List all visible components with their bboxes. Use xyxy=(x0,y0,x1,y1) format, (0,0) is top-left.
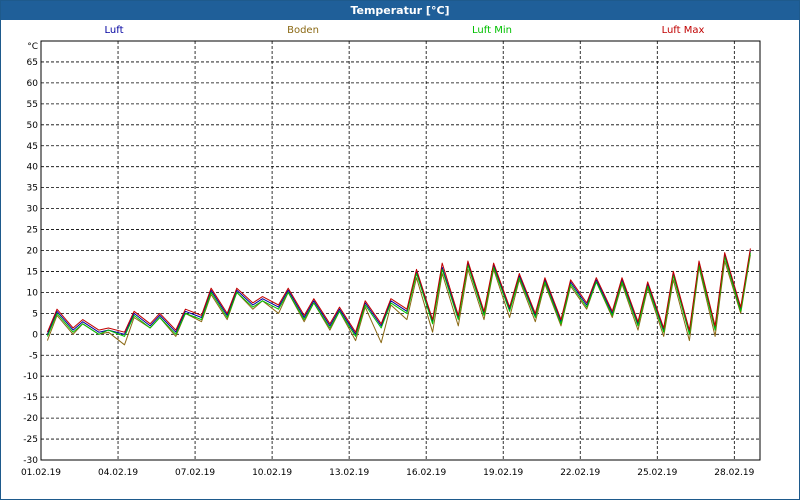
y-tick-label: -10 xyxy=(23,372,38,382)
x-tick-label: 07.02.19 xyxy=(175,468,215,478)
y-tick-label: 5 xyxy=(32,309,38,319)
series-line-luft-max xyxy=(46,248,751,333)
x-tick-label: 04.02.19 xyxy=(98,468,138,478)
y-tick-label: 65 xyxy=(27,58,38,68)
x-tick-label: 16.02.19 xyxy=(406,468,446,478)
y-axis-unit: °C xyxy=(27,42,38,52)
chart-window: Temperatur [°C] Luft Boden Luft Min Luft Ma… xyxy=(0,0,800,500)
y-tick-label: 10 xyxy=(27,288,39,298)
x-tick-label: 01.02.19 xyxy=(21,468,61,478)
y-tick-label: 50 xyxy=(27,121,39,131)
x-tick-label: 25.02.19 xyxy=(637,468,677,478)
y-tick-label: 45 xyxy=(27,142,38,152)
y-tick-label: 60 xyxy=(27,79,39,89)
y-tick-label: 25 xyxy=(27,226,38,236)
x-tick-label: 10.02.19 xyxy=(252,468,292,478)
y-tick-label: 40 xyxy=(27,163,39,173)
temperature-chart: -30 -25 -20 -15 -10 -5 0 5 10 15 20 25 30 35 40 45 50 55 6… xyxy=(21,40,761,478)
x-tick-label: 28.02.19 xyxy=(714,468,754,478)
y-tick-label: 15 xyxy=(27,267,38,277)
y-tick-label: -25 xyxy=(23,435,38,445)
y-tick-label: 35 xyxy=(27,184,38,194)
y-tick-label: 20 xyxy=(27,247,39,257)
y-tick-label: -15 xyxy=(23,393,38,403)
y-tick-label: -30 xyxy=(23,456,38,466)
y-tick-label: -20 xyxy=(23,414,38,424)
y-tick-label: 0 xyxy=(32,330,38,340)
x-tick-label: 22.02.19 xyxy=(560,468,600,478)
x-tick-label: 19.02.19 xyxy=(483,468,523,478)
y-tick-label: 55 xyxy=(27,100,38,110)
y-tick-label: -5 xyxy=(29,351,38,361)
x-tick-label: 13.02.19 xyxy=(329,468,369,478)
series-line-boden xyxy=(46,254,751,346)
y-tick-label: 30 xyxy=(27,205,39,215)
